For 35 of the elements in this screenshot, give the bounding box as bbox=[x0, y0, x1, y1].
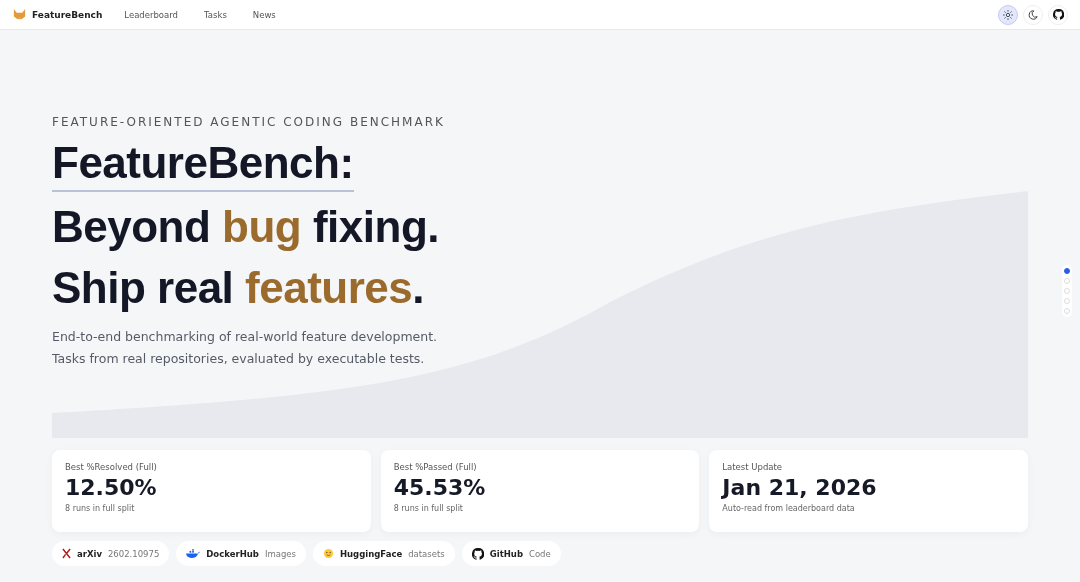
smiley-icon bbox=[322, 548, 334, 559]
subtitle-text: Tasks from real repositories, evaluated by executable tests. bbox=[52, 350, 426, 368]
headline-text: Beyond bug fixing. bbox=[52, 201, 439, 253]
resource-link[interactable]: HuggingFace datasets bbox=[312, 541, 455, 566]
github-button[interactable] bbox=[1048, 4, 1068, 25]
brand-name[interactable]: FeatureBench bbox=[32, 9, 103, 20]
subtitle-text: End-to-end benchmarking of real-world feature development. bbox=[52, 328, 439, 346]
stat-label: Best %Passed (Full) bbox=[393, 462, 478, 472]
headline-text: Ship real features. bbox=[52, 262, 424, 314]
resource-link[interactable]: arXiv 2602.10975 bbox=[52, 541, 170, 566]
sun-icon bbox=[1003, 9, 1013, 20]
fox-logo-icon bbox=[12, 7, 27, 22]
whale-icon bbox=[186, 548, 201, 559]
moon-icon bbox=[1028, 9, 1038, 20]
stat-label: Best %Resolved (Full) bbox=[65, 462, 158, 472]
resource-link[interactable]: DockerHub Images bbox=[176, 541, 306, 566]
stat-value: 45.53% bbox=[393, 475, 487, 500]
light-mode-button[interactable] bbox=[998, 4, 1018, 25]
stat-value: Jan 21, 2026 bbox=[722, 475, 878, 500]
nav-link[interactable]: News bbox=[252, 9, 276, 20]
section-dot[interactable] bbox=[1064, 268, 1070, 274]
stat-note: Auto-read from leaderboard data bbox=[722, 504, 856, 513]
eyebrow-text: FEATURE-ORIENTED AGENTIC CODING BENCHMARK bbox=[52, 115, 446, 129]
stat-note: 8 runs in full split bbox=[393, 504, 464, 513]
stat-label: Latest Update bbox=[722, 462, 784, 472]
resource-link[interactable]: GitHub Code bbox=[461, 541, 561, 566]
dark-mode-button[interactable] bbox=[1023, 4, 1043, 25]
x-mark-icon bbox=[62, 548, 71, 559]
github-icon bbox=[471, 547, 484, 560]
headline-text: FeatureBench: bbox=[52, 135, 354, 192]
nav-link[interactable]: Tasks bbox=[204, 9, 227, 20]
stat-note: 8 runs in full split bbox=[65, 504, 136, 513]
github-icon bbox=[1052, 9, 1064, 20]
nav-link[interactable]: Leaderboard bbox=[124, 9, 179, 20]
stat-value: 12.50% bbox=[65, 475, 158, 500]
